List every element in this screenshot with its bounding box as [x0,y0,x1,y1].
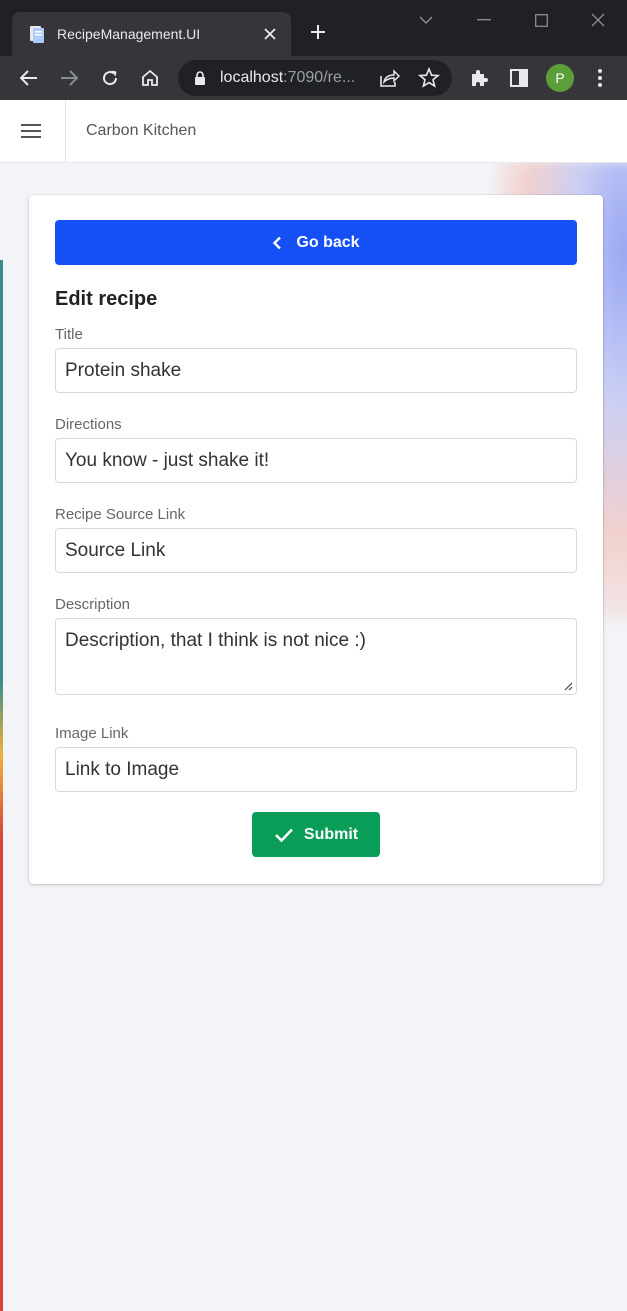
directions-input[interactable]: You know - just shake it! [55,438,577,483]
header-divider [65,100,66,163]
description-label: Description [55,596,131,613]
image-link-label: Image Link [55,725,129,742]
page-title: Edit recipe [55,288,158,310]
browser-menu-icon[interactable] [586,64,614,92]
reload-icon[interactable] [96,64,124,92]
forward-arrow-icon[interactable] [55,64,83,92]
browser-tab[interactable]: RecipeManagement.UI [12,12,291,56]
checkmark-icon [274,828,293,842]
app-brand[interactable]: Carbon Kitchen [86,121,196,141]
source-link-input[interactable]: Source Link [55,528,577,573]
go-back-button[interactable]: Go back [55,220,577,265]
hamburger-menu-icon[interactable] [20,120,42,142]
title-label: Title [55,326,83,343]
resize-handle-icon[interactable] [563,681,573,691]
tab-close-icon[interactable] [260,24,280,44]
extensions-puzzle-icon[interactable] [465,64,493,92]
browser-toolbar: localhost:7090/re... P [0,56,627,100]
tab-title: RecipeManagement.UI [57,26,201,42]
page-favicon-icon [30,26,44,43]
image-link-input[interactable]: Link to Image [55,747,577,792]
go-back-label: Go back [296,233,360,251]
chevron-left-icon [273,236,282,249]
back-arrow-icon[interactable] [15,64,43,92]
maximize-icon[interactable] [529,8,553,32]
page-viewport: Carbon Kitchen Go back Edit recipe Title… [0,100,627,1311]
close-window-icon[interactable] [586,8,610,32]
edit-recipe-card: Go back Edit recipe Title Protein shake … [29,195,603,884]
submit-label: Submit [303,825,359,843]
description-text: Description, that I think is not nice :) [65,630,366,651]
browser-titlebar: RecipeManagement.UI [0,0,627,56]
bookmark-star-icon[interactable] [418,67,440,89]
share-icon[interactable] [378,68,400,88]
new-tab-icon[interactable] [306,20,330,44]
directions-label: Directions [55,416,122,433]
source-link-label: Recipe Source Link [55,506,186,523]
description-textarea[interactable]: Description, that I think is not nice :) [55,618,577,695]
address-url: localhost:7090/re... [220,69,356,86]
profile-avatar[interactable]: P [546,64,574,92]
app-header: Carbon Kitchen [0,100,627,163]
address-bar[interactable]: localhost:7090/re... [178,60,452,96]
title-input[interactable]: Protein shake [55,348,577,393]
home-icon[interactable] [136,64,164,92]
lock-icon [195,71,205,85]
submit-button[interactable]: Submit [252,812,380,857]
side-panel-icon[interactable] [505,64,533,92]
tab-search-chevron-icon[interactable] [414,8,438,32]
minimize-icon[interactable] [472,8,496,32]
desktop-edge [0,260,3,1311]
